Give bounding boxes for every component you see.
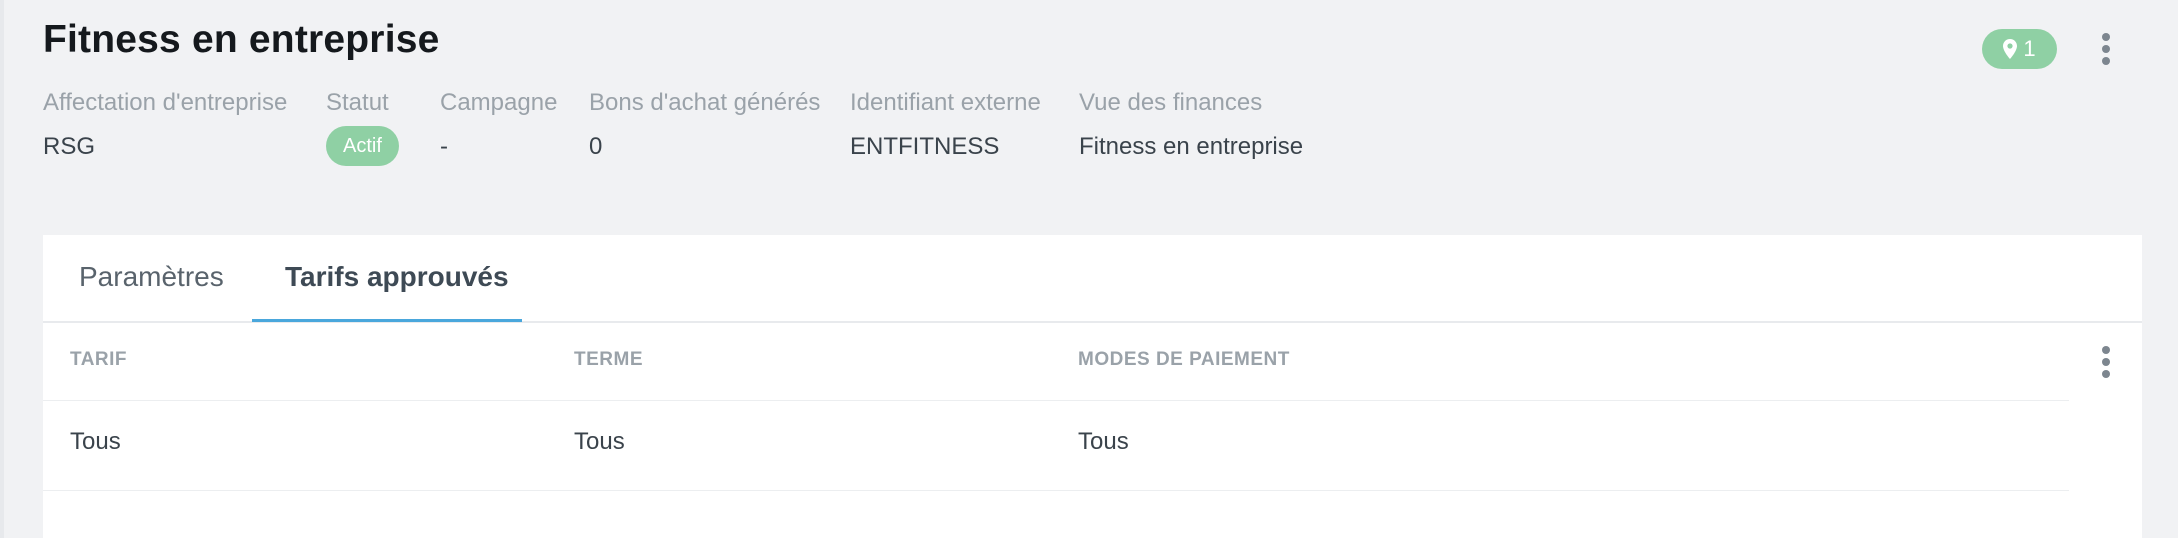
- meta-vouchers-value: 0: [589, 133, 603, 160]
- meta-finance-view-value: Fitness en entreprise: [1079, 133, 1304, 160]
- meta-campaign: Campagne -: [440, 86, 557, 164]
- meta-campaign-value: -: [440, 133, 448, 160]
- meta-vouchers: Bons d'achat générés 0: [589, 86, 820, 164]
- tab-bar: Paramètres Tarifs approuvés: [43, 235, 2142, 323]
- meta-external-id-label: Identifiant externe: [850, 89, 1041, 116]
- meta-vouchers-label: Bons d'achat générés: [589, 89, 821, 116]
- status-badge: Actif: [326, 126, 399, 166]
- map-pin-icon: [2003, 39, 2018, 59]
- active-tab-indicator: [252, 319, 522, 322]
- table-header: TARIF TERME MODES DE PAIEMENT: [43, 323, 2069, 401]
- meta-finance-view-label: Vue des finances: [1079, 89, 1263, 116]
- page-title: Fitness en entreprise: [43, 18, 440, 61]
- meta-campaign-label: Campagne: [440, 89, 558, 116]
- meta-finance-view: Vue des finances Fitness en entreprise: [1079, 86, 1303, 164]
- left-edge-strip: [0, 0, 4, 538]
- column-header-modes-de-paiement[interactable]: MODES DE PAIEMENT: [1078, 349, 1290, 371]
- meta-external-id: Identifiant externe ENTFITNESS: [850, 86, 1041, 164]
- table-cell-terme: Tous: [574, 428, 625, 455]
- table-cell-modes-de-paiement: Tous: [1078, 428, 1129, 455]
- meta-external-id-value: ENTFITNESS: [850, 133, 1000, 160]
- table-cell-tarif: Tous: [70, 428, 121, 455]
- column-header-tarif[interactable]: TARIF: [70, 349, 127, 371]
- meta-status-label: Statut: [326, 89, 389, 116]
- table-more-options-icon[interactable]: [2099, 346, 2113, 378]
- meta-company-value: RSG: [43, 133, 96, 160]
- table-row[interactable]: Tous Tous Tous: [43, 401, 2069, 491]
- tab-tarifs-approuves[interactable]: Tarifs approuvés: [285, 261, 509, 293]
- content-card: Paramètres Tarifs approuvés TARIF TERME …: [43, 235, 2142, 538]
- location-count: 1: [2023, 36, 2036, 61]
- column-header-terme[interactable]: TERME: [574, 349, 643, 371]
- meta-company: Affectation d'entreprise RSG: [43, 86, 287, 164]
- location-count-badge[interactable]: 1: [1982, 29, 2057, 69]
- header-more-options-icon[interactable]: [2099, 33, 2113, 65]
- meta-company-label: Affectation d'entreprise: [43, 89, 288, 116]
- meta-status: Statut Actif: [326, 86, 399, 166]
- tab-parametres[interactable]: Paramètres: [79, 261, 224, 293]
